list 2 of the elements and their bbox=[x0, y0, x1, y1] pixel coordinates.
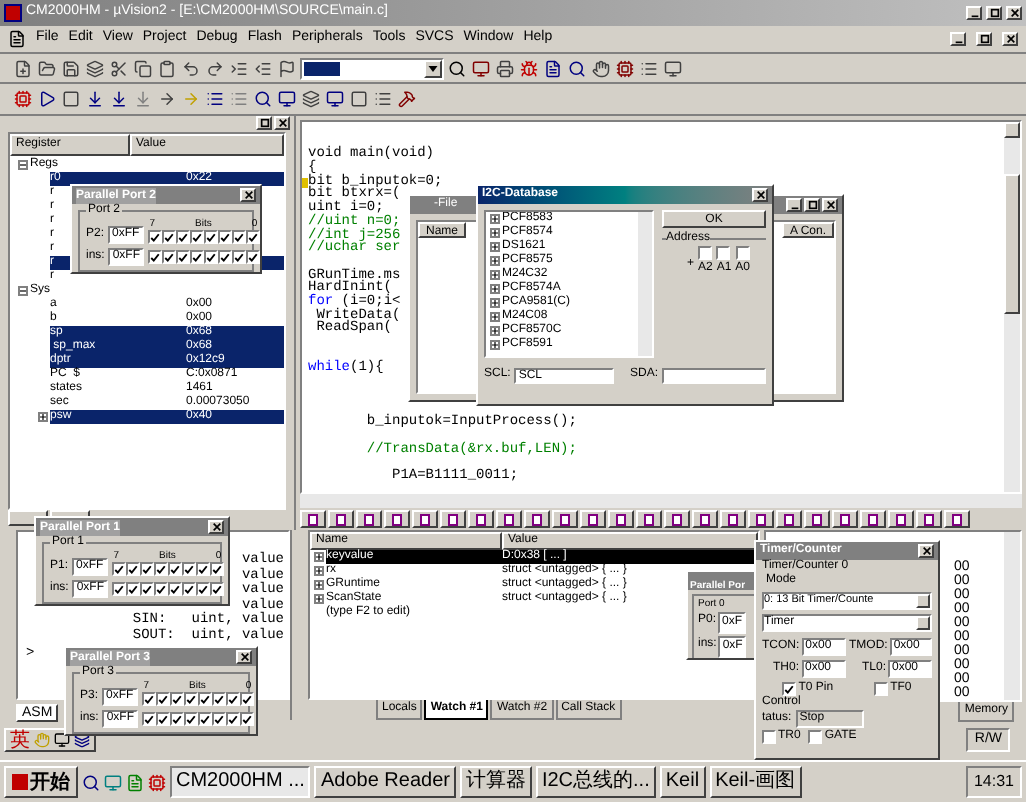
clock: 14:31 bbox=[965, 766, 1022, 798]
ime-mode: 英 bbox=[10, 727, 30, 755]
